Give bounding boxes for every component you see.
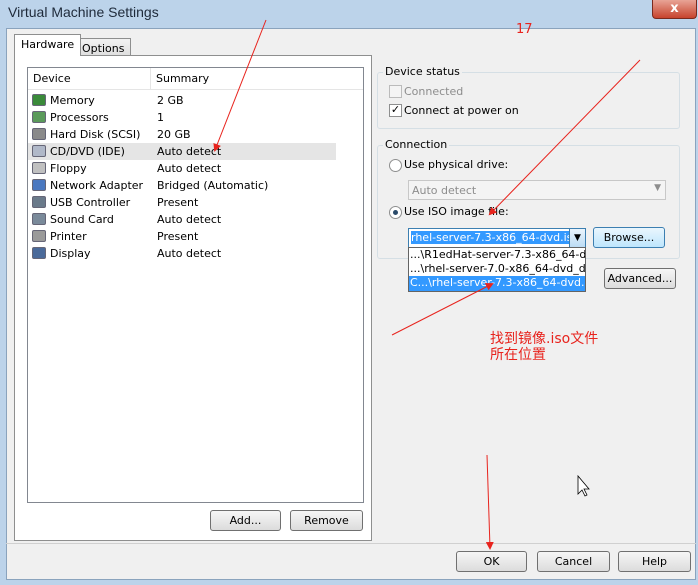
- connect-power-label: Connect at power on: [404, 104, 519, 117]
- device-row[interactable]: Memory 2 GB: [28, 92, 336, 109]
- physical-drive-value: Auto detect: [412, 184, 477, 197]
- device-summary: Present: [157, 196, 199, 209]
- device-row[interactable]: Floppy Auto detect: [28, 160, 336, 177]
- iso-label: Use ISO image file:: [404, 205, 509, 218]
- physical-drive-radio[interactable]: [389, 159, 402, 172]
- device-name: CD/DVD (IDE): [50, 145, 125, 158]
- add-button[interactable]: Add...: [210, 510, 281, 531]
- help-button[interactable]: Help: [618, 551, 691, 572]
- processor-icon: [32, 111, 46, 123]
- device-summary: Auto detect: [157, 213, 222, 226]
- device-summary: Auto detect: [157, 162, 222, 175]
- physical-drive-select[interactable]: Auto detect ▼: [408, 180, 666, 200]
- remove-button[interactable]: Remove: [290, 510, 363, 531]
- device-name: Sound Card: [50, 213, 114, 226]
- connect-power-checkbox[interactable]: ✓: [389, 104, 402, 117]
- annotation-note: 找到镜像.iso文件 所在位置: [490, 331, 598, 363]
- column-device[interactable]: Device: [33, 72, 71, 85]
- tab-hardware[interactable]: Hardware: [14, 34, 82, 56]
- annotation-number: 17: [516, 22, 533, 37]
- iso-option[interactable]: ...\R1edHat-server-7.3-x86_64-dvd: [409, 248, 585, 262]
- physical-drive-label: Use physical drive:: [404, 158, 509, 171]
- browse-button[interactable]: Browse...: [593, 227, 665, 248]
- iso-path-value: rhel-server-7.3-x86_64-dvd.iso: [411, 231, 580, 244]
- device-name: Memory: [50, 94, 95, 107]
- device-status-group: [377, 72, 680, 129]
- memory-icon: [32, 94, 46, 106]
- device-row[interactable]: Network Adapter Bridged (Automatic): [28, 177, 336, 194]
- iso-dropdown-list: ...\R1edHat-server-7.3-x86_64-dvd ...\rh…: [408, 247, 586, 292]
- device-name: USB Controller: [50, 196, 131, 209]
- device-summary: Present: [157, 230, 199, 243]
- annotation-note-line: 找到镜像.iso文件: [490, 331, 599, 347]
- device-summary: Auto detect: [157, 247, 222, 260]
- device-summary: 1: [157, 111, 164, 124]
- advanced-button[interactable]: Advanced...: [604, 268, 676, 289]
- cd-dvd-icon: [32, 145, 46, 157]
- device-name: Printer: [50, 230, 87, 243]
- device-row[interactable]: USB Controller Present: [28, 194, 336, 211]
- chevron-down-icon: ▼: [654, 183, 661, 193]
- display-icon: [32, 247, 46, 259]
- device-row[interactable]: Sound Card Auto detect: [28, 211, 336, 228]
- sound-icon: [32, 213, 46, 225]
- connected-label: Connected: [404, 85, 464, 98]
- device-row[interactable]: Hard Disk (SCSI) 20 GB: [28, 126, 336, 143]
- device-name: Processors: [50, 111, 109, 124]
- device-row[interactable]: CD/DVD (IDE) Auto detect: [28, 143, 336, 160]
- iso-dropdown-button[interactable]: ▼: [569, 229, 585, 247]
- device-name: Floppy: [50, 162, 87, 175]
- window-title: Virtual Machine Settings: [8, 4, 159, 20]
- floppy-icon: [32, 162, 46, 174]
- usb-icon: [32, 196, 46, 208]
- device-name: Network Adapter: [50, 179, 144, 192]
- device-row[interactable]: Processors 1: [28, 109, 336, 126]
- column-summary[interactable]: Summary: [156, 72, 209, 85]
- printer-icon: [32, 230, 46, 242]
- network-icon: [32, 179, 46, 191]
- close-button[interactable]: x: [652, 0, 697, 19]
- device-summary: 2 GB: [157, 94, 184, 107]
- hard-disk-icon: [32, 128, 46, 140]
- device-status-title: Device status: [383, 65, 462, 78]
- device-name: Hard Disk (SCSI): [50, 128, 141, 141]
- iso-option[interactable]: ...\rhel-server-7.0-x86_64-dvd_dow: [409, 262, 585, 276]
- device-row[interactable]: Printer Present: [28, 228, 336, 245]
- chevron-down-icon: ▼: [574, 233, 581, 243]
- connection-title: Connection: [383, 138, 450, 151]
- iso-radio[interactable]: [389, 206, 402, 219]
- divider: [6, 543, 696, 544]
- device-summary: 20 GB: [157, 128, 191, 141]
- annotation-note-line: 所在位置: [490, 347, 546, 363]
- device-summary: Bridged (Automatic): [157, 179, 269, 192]
- connected-checkbox[interactable]: [389, 85, 402, 98]
- device-name: Display: [50, 247, 91, 260]
- device-list-header: Device Summary: [28, 68, 363, 90]
- iso-option-selected[interactable]: C...\rhel-server-7.3-x86_64-dvd.iso: [409, 276, 585, 291]
- iso-path-combobox[interactable]: rhel-server-7.3-x86_64-dvd.iso: [408, 228, 586, 248]
- device-summary: Auto detect: [157, 145, 222, 158]
- ok-button[interactable]: OK: [456, 551, 527, 572]
- device-row[interactable]: Display Auto detect: [28, 245, 336, 262]
- cancel-button[interactable]: Cancel: [537, 551, 610, 572]
